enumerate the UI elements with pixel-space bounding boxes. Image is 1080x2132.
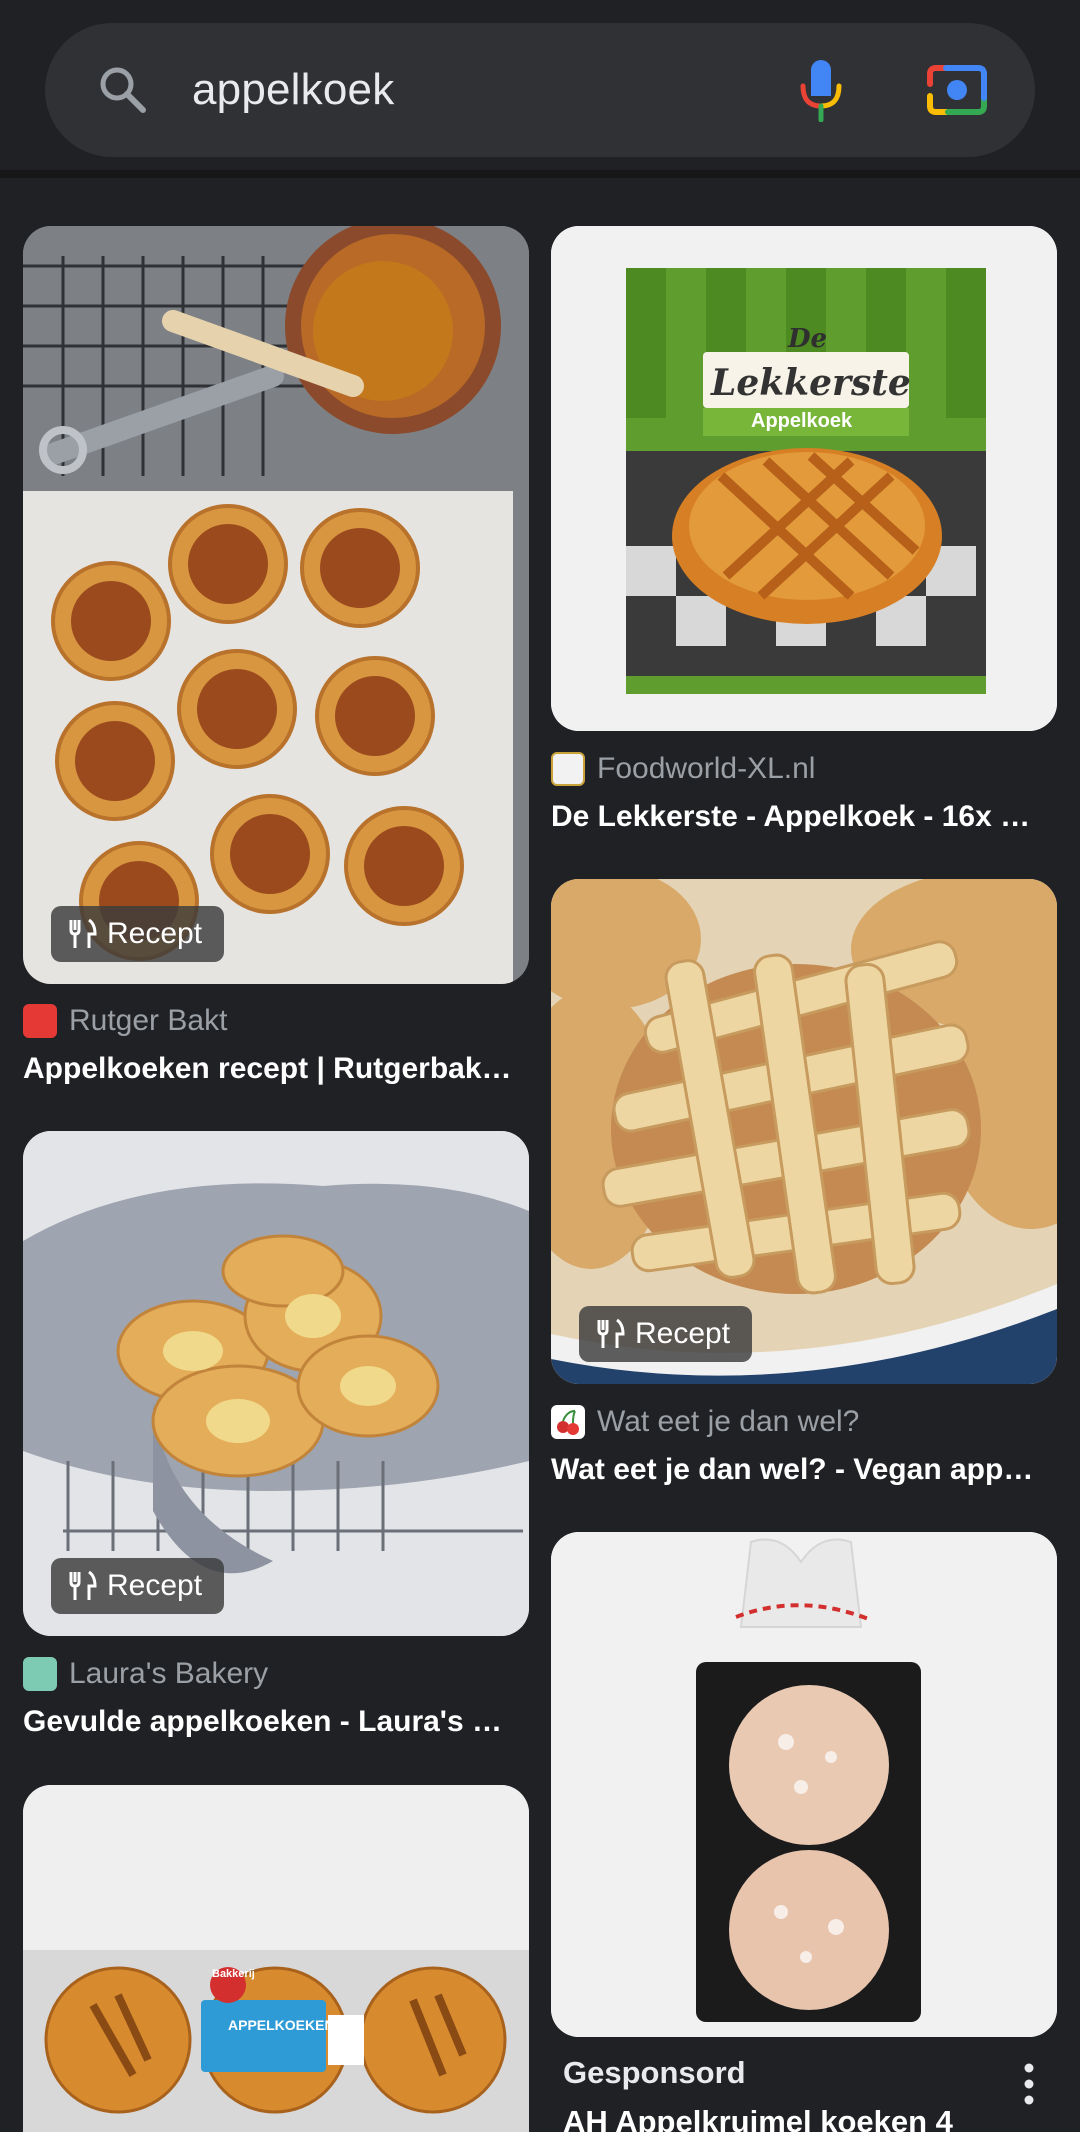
result-title[interactable]: AH Appelkruimel koeken 4 (563, 2104, 1043, 2132)
packaged-appelkoeken-image (23, 1785, 529, 2132)
source-row[interactable]: Laura's Bakery (23, 1657, 268, 1691)
search-icon[interactable] (95, 62, 151, 118)
lekkerste-package-image (551, 226, 1057, 731)
fork-knife-icon (69, 918, 97, 948)
result-image[interactable] (23, 226, 529, 984)
foodworld-favicon-icon (551, 752, 585, 786)
recipe-badge: Recept (51, 906, 225, 962)
recipe-badge-label: Recept (107, 917, 203, 950)
tarts-on-tray-image (23, 226, 529, 984)
recipe-badge-label: Recept (107, 1569, 203, 1602)
result-title[interactable]: De Lekkerste - Appelkoek - 16x … (551, 800, 1057, 834)
ah-appelkruimel-package-image (551, 1532, 1057, 2037)
source-name: Rutger Bakt (69, 1004, 228, 1037)
package-brand: Bakkerij (212, 1968, 255, 1980)
search-input[interactable]: appelkoek (192, 62, 394, 118)
rutger-bakt-favicon-icon (23, 1004, 57, 1038)
package-brand-line2: Lekkerste (711, 362, 911, 404)
sponsored-label: Gesponsord (563, 2055, 746, 2090)
package-label: APPELKOEKEN (228, 2017, 335, 2033)
mic-icon[interactable] (797, 58, 845, 122)
source-row[interactable]: Wat eet je dan wel? (551, 1405, 859, 1439)
result-image[interactable] (551, 226, 1057, 731)
recipe-badge: Recept (51, 1558, 225, 1614)
cherry-favicon-icon (551, 1405, 585, 1439)
result-image[interactable] (23, 1785, 529, 2132)
source-name: Wat eet je dan wel? (597, 1405, 860, 1438)
result-card-lauras-bakery[interactable]: Recept Laura's Bakery Gevulde appelkoeke… (23, 1131, 529, 1751)
fork-knife-icon (69, 1570, 97, 1600)
source-row[interactable]: Foodworld-XL.nl (551, 752, 815, 786)
result-title[interactable]: Appelkoeken recept | Rutgerbak… (23, 1052, 529, 1086)
fork-knife-icon (597, 1318, 625, 1348)
google-lens-icon[interactable] (926, 62, 988, 118)
result-title[interactable]: Wat eet je dan wel? - Vegan app… (551, 1453, 1057, 1487)
package-flavor: Appelkoek (751, 410, 853, 432)
result-card-packaged-appelkoeken[interactable]: Bakkerij APPELKOEKEN (23, 1785, 529, 2132)
result-card-sponsored-ah[interactable]: Gesponsord AH Appelkruimel koeken 4 (551, 1532, 1057, 2132)
result-title[interactable]: Gevulde appelkoeken - Laura's … (23, 1705, 529, 1739)
result-card-wat-eet-je-dan-wel[interactable]: Recept Wat eet je dan wel? Wat eet je da… (551, 879, 1057, 1499)
search-header: appelkoek (0, 0, 1080, 178)
more-options-icon[interactable] (1023, 2062, 1035, 2106)
result-card-rutger-bakt[interactable]: Recept Rutger Bakt Appelkoeken recept | … (23, 226, 529, 1096)
source-row[interactable]: Rutger Bakt (23, 1004, 227, 1038)
lauras-bakery-favicon-icon (23, 1657, 57, 1691)
source-name: Laura's Bakery (69, 1657, 269, 1690)
result-image[interactable] (551, 1532, 1057, 2037)
source-name: Foodworld-XL.nl (597, 752, 816, 785)
package-brand-line1: De (788, 324, 828, 354)
recipe-badge-label: Recept (635, 1317, 731, 1350)
result-card-foodworld[interactable]: De Lekkerste Appelkoek Foodworld-XL.nl D… (551, 226, 1057, 846)
recipe-badge: Recept (579, 1306, 753, 1362)
